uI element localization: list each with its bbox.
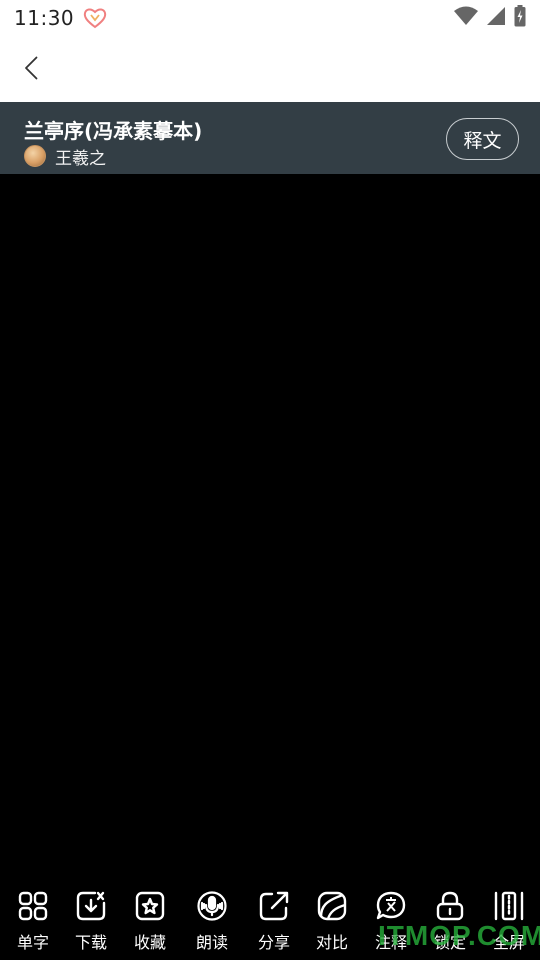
notification-icon: [82, 7, 108, 29]
fullscreen-icon: [493, 890, 525, 926]
shiwen-button[interactable]: 释文: [446, 118, 519, 160]
top-nav-bar: [0, 36, 540, 102]
annotation-icon: [375, 890, 407, 926]
tool-lock[interactable]: 锁定: [420, 890, 480, 953]
tool-read-aloud[interactable]: 朗读: [182, 890, 242, 953]
author-row[interactable]: 王羲之: [24, 144, 106, 169]
compare-icon: [316, 890, 348, 926]
back-button[interactable]: [14, 50, 50, 90]
chevron-left-icon: [23, 54, 41, 86]
tool-label: 锁定: [433, 933, 466, 952]
tool-share[interactable]: 分享: [244, 890, 304, 953]
status-bar: 11:30: [0, 0, 540, 36]
battery-icon: [514, 5, 526, 31]
grid-icon: [17, 890, 49, 926]
status-time: 11:30: [14, 6, 75, 30]
download-icon: [75, 890, 107, 926]
tool-single-char[interactable]: 单字: [3, 890, 63, 953]
author-avatar: [24, 145, 46, 167]
author-name: 王羲之: [55, 148, 106, 169]
tool-download[interactable]: 下载: [61, 890, 121, 953]
tool-fullscreen[interactable]: 全屏: [479, 890, 539, 953]
microphone-icon: [196, 890, 228, 926]
tool-label: 朗读: [195, 933, 228, 952]
tool-favorite[interactable]: 收藏: [120, 890, 180, 953]
tool-annotation[interactable]: 注释: [361, 890, 421, 953]
status-icons: [454, 5, 526, 31]
wifi-icon: [454, 6, 478, 30]
share-icon: [258, 890, 290, 926]
tool-label: 单字: [16, 933, 49, 952]
lock-icon: [434, 890, 466, 926]
signal-icon: [486, 6, 506, 30]
calligraphy-canvas[interactable]: [0, 174, 540, 880]
star-icon: [134, 890, 166, 926]
tool-label: 下载: [74, 933, 107, 952]
tool-label: 分享: [257, 933, 290, 952]
bottom-toolbar: 单字 下载 收藏 朗读 分享 对比 注释 锁定 全屏: [0, 880, 540, 960]
tool-label: 对比: [315, 933, 348, 952]
tool-label: 注释: [374, 933, 407, 952]
work-title: 兰亭序(冯承素摹本): [24, 119, 203, 143]
work-info-header: 兰亭序(冯承素摹本) 王羲之 释文: [0, 102, 540, 174]
tool-label: 全屏: [492, 933, 525, 952]
tool-compare[interactable]: 对比: [302, 890, 362, 953]
tool-label: 收藏: [133, 933, 166, 952]
